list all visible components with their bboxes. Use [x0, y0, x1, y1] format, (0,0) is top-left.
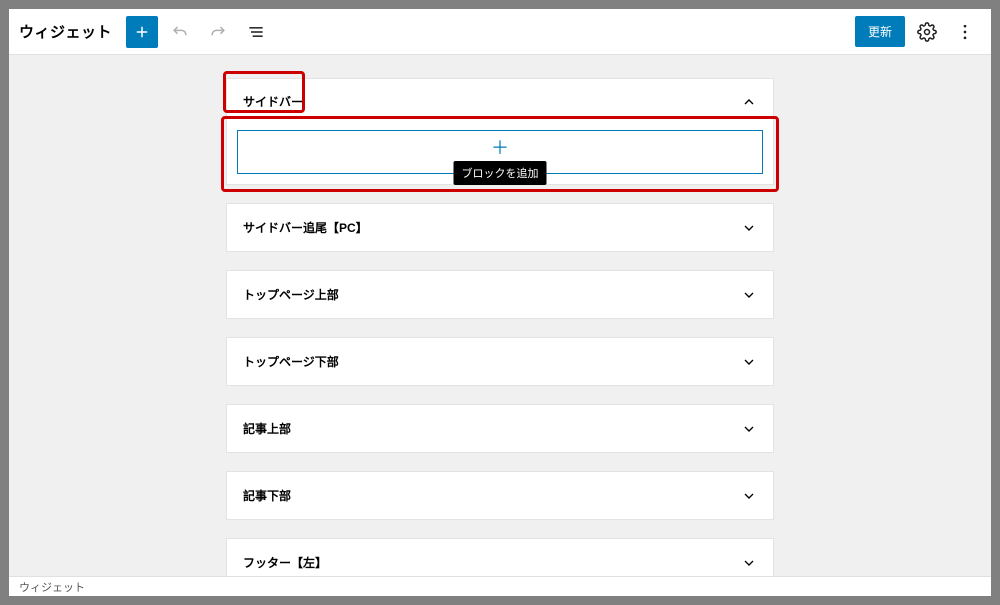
more-vertical-icon [955, 22, 975, 42]
content-area: サイドバー ＋ ブロックを追加 サイドバー追尾【PC】 [9, 55, 991, 576]
list-view-button[interactable] [240, 16, 272, 48]
panel-title: フッター【左】 [243, 554, 327, 571]
panel-header[interactable]: 記事下部 [227, 472, 773, 519]
header-right: 更新 [855, 16, 981, 48]
panel-header[interactable]: トップページ上部 [227, 271, 773, 318]
chevron-down-icon [741, 354, 757, 370]
add-block-appender[interactable]: ＋ ブロックを追加 [237, 130, 763, 174]
widget-area-panel: 記事下部 [227, 472, 773, 519]
gear-icon [917, 22, 937, 42]
widget-area-panel: トップページ下部 [227, 338, 773, 385]
header-left: ウィジェット [19, 16, 272, 48]
panel-title: トップページ下部 [243, 353, 339, 370]
panel-header[interactable]: トップページ下部 [227, 338, 773, 385]
panel-title: サイドバー追尾【PC】 [243, 219, 368, 236]
update-button[interactable]: 更新 [855, 16, 905, 47]
widget-area-sidebar: サイドバー ＋ ブロックを追加 [227, 79, 773, 184]
chevron-down-icon [741, 421, 757, 437]
widget-area-panel: フッター【左】 [227, 539, 773, 576]
page-title: ウィジェット [19, 21, 112, 42]
panel-title: トップページ上部 [243, 286, 339, 303]
add-block-button[interactable] [126, 16, 158, 48]
panel-title: 記事下部 [243, 487, 291, 504]
add-block-tooltip: ブロックを追加 [454, 161, 547, 185]
panel-header[interactable]: サイドバー追尾【PC】 [227, 204, 773, 251]
chevron-down-icon [741, 287, 757, 303]
panel-header[interactable]: サイドバー [227, 79, 773, 124]
widget-area-panel: 記事上部 [227, 405, 773, 452]
breadcrumb[interactable]: ウィジェット [19, 582, 85, 594]
chevron-up-icon [741, 94, 757, 110]
panel-header[interactable]: フッター【左】 [227, 539, 773, 576]
plus-icon [133, 23, 151, 41]
widget-area-panel: サイドバー追尾【PC】 [227, 204, 773, 251]
redo-button[interactable] [202, 16, 234, 48]
chevron-down-icon [741, 488, 757, 504]
panel-title: サイドバー [243, 93, 303, 110]
settings-button[interactable] [911, 16, 943, 48]
panel-body: ＋ ブロックを追加 [227, 124, 773, 184]
breadcrumb-bar: ウィジェット [9, 576, 991, 596]
list-view-icon [246, 22, 266, 42]
undo-button[interactable] [164, 16, 196, 48]
plus-icon: ＋ [491, 139, 509, 157]
redo-icon [208, 22, 228, 42]
editor-header: ウィジェット 更新 [9, 9, 991, 55]
widget-area-panel: トップページ上部 [227, 271, 773, 318]
panel-header[interactable]: 記事上部 [227, 405, 773, 452]
chevron-down-icon [741, 220, 757, 236]
panel-title: 記事上部 [243, 420, 291, 437]
more-options-button[interactable] [949, 16, 981, 48]
undo-icon [170, 22, 190, 42]
chevron-down-icon [741, 555, 757, 571]
